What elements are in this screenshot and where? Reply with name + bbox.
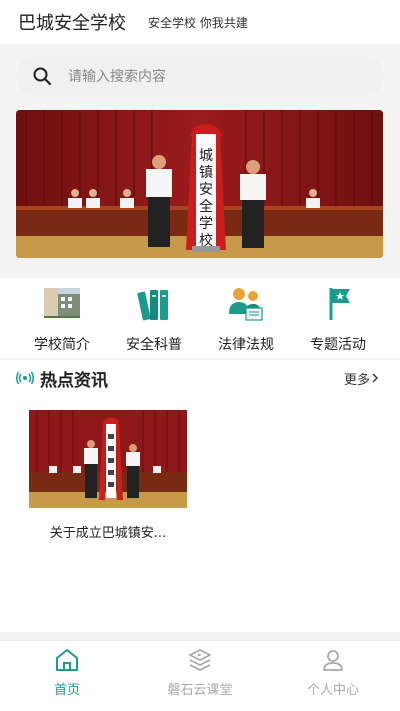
news-card[interactable]: 关于成立巴城镇安... (29, 410, 187, 541)
quick-nav: 学校简介 安全科普 法律法规 专题活动 (0, 278, 400, 358)
news-thumbnail (29, 410, 187, 508)
app-header: 巴城安全学校 安全学校 你我共建 (0, 0, 400, 44)
user-icon (323, 650, 343, 671)
law-people-icon (229, 288, 263, 321)
flag-icon (329, 288, 350, 320)
broadcast-icon (16, 371, 34, 385)
tab-profile[interactable]: 个人中心 (283, 647, 383, 698)
nav-item-school-intro[interactable]: 学校简介 (16, 284, 108, 354)
news-list: 关于成立巴城镇安... (0, 396, 400, 632)
tab-label: 个人中心 (306, 683, 359, 698)
tab-home[interactable]: 首页 (17, 647, 117, 698)
tab-classroom[interactable]: 磐石云课堂 (150, 647, 250, 698)
search-input[interactable]: 请输入搜索内容 (68, 66, 166, 86)
tab-label: 磐石云课堂 (167, 683, 233, 698)
news-section-header: 热点资讯 更多 (0, 360, 400, 396)
nav-label: 专题活动 (310, 337, 366, 353)
news-section-title: 热点资讯 (40, 370, 108, 391)
nav-item-safety-science[interactable]: 安全科普 (108, 284, 200, 354)
nav-label: 学校简介 (34, 337, 90, 353)
app-slogan: 安全学校 你我共建 (148, 15, 248, 30)
chevron-right-icon[interactable] (372, 373, 378, 383)
home-icon (56, 649, 78, 671)
banner-sign-text: 城镇安全学校 (199, 148, 213, 249)
nav-label: 法律法规 (218, 337, 274, 353)
books-icon (137, 290, 168, 321)
more-link[interactable]: 更多 (344, 369, 370, 388)
search-icon (33, 67, 52, 86)
app-title: 巴城安全学校 (18, 13, 126, 34)
classroom-icon (189, 649, 211, 672)
nav-label: 安全科普 (126, 337, 182, 353)
bottom-tab-bar: 首页 磐石云课堂 个人中心 (0, 640, 400, 711)
school-building-icon (44, 288, 80, 318)
nav-item-special-events[interactable]: 专题活动 (292, 284, 384, 354)
search-bar[interactable]: 请输入搜索内容 (16, 56, 384, 96)
nav-item-laws[interactable]: 法律法规 (200, 284, 292, 354)
banner-image[interactable]: 城镇安全学校 (16, 110, 383, 258)
news-card-title: 关于成立巴城镇安... (49, 526, 167, 541)
tab-label: 首页 (53, 683, 80, 698)
